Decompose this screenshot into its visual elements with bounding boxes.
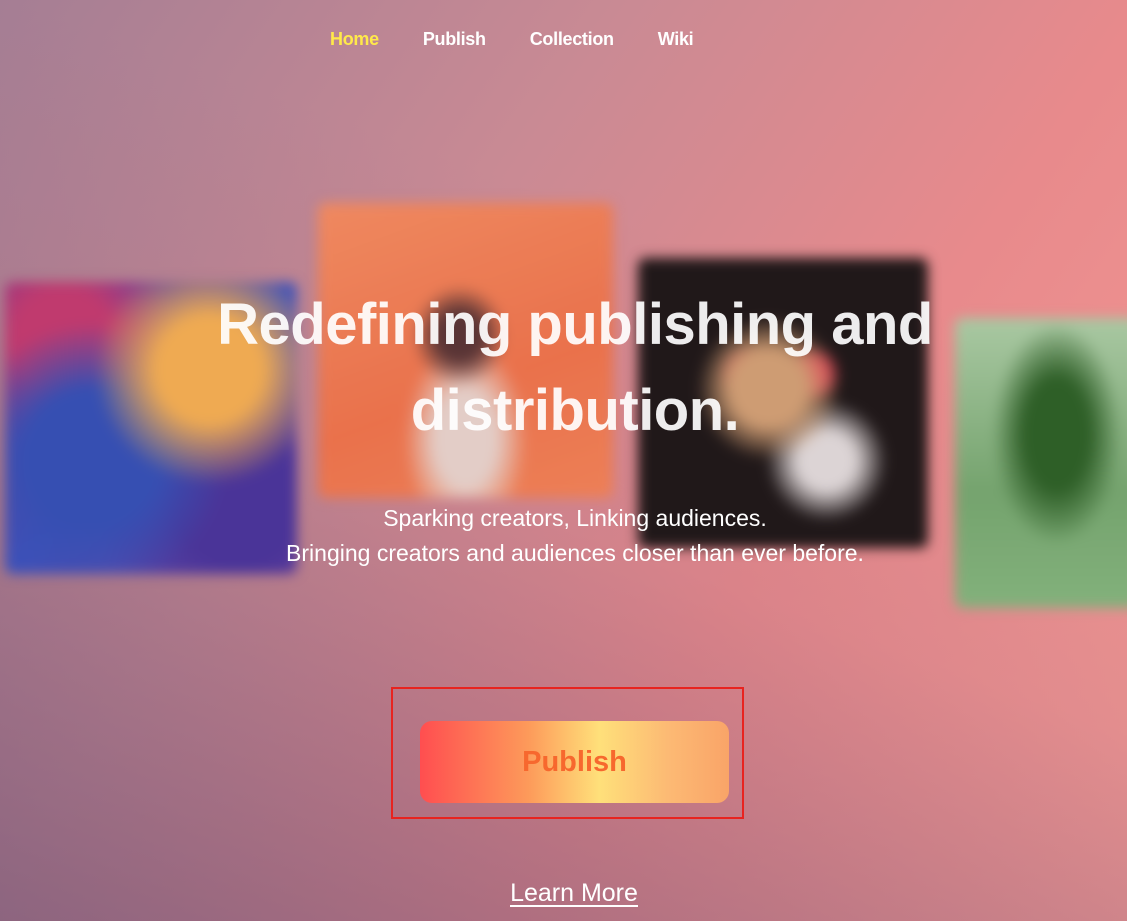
hero-subtitle: Sparking creators, Linking audiences. Br… xyxy=(140,501,1010,571)
nav-item-publish[interactable]: Publish xyxy=(423,27,486,51)
nav-item-collection[interactable]: Collection xyxy=(530,27,614,51)
hero-title-line-1: Redefining publishing and xyxy=(217,292,933,357)
nav-item-wiki[interactable]: Wiki xyxy=(658,27,694,51)
learn-more-link[interactable]: Learn More xyxy=(510,879,638,907)
hero-subtitle-line-1: Sparking creators, Linking audiences. xyxy=(383,505,767,531)
hero-title: Redefining publishing and distribution. xyxy=(140,282,1010,454)
nav-item-home[interactable]: Home xyxy=(330,27,379,51)
hero-subtitle-line-2: Bringing creators and audiences closer t… xyxy=(286,540,864,566)
hero-title-line-2: distribution. xyxy=(410,378,740,443)
top-nav: Home Publish Collection Wiki xyxy=(330,27,737,51)
publish-button[interactable]: Publish xyxy=(420,721,729,803)
learn-more-container: Learn More xyxy=(0,879,1127,908)
